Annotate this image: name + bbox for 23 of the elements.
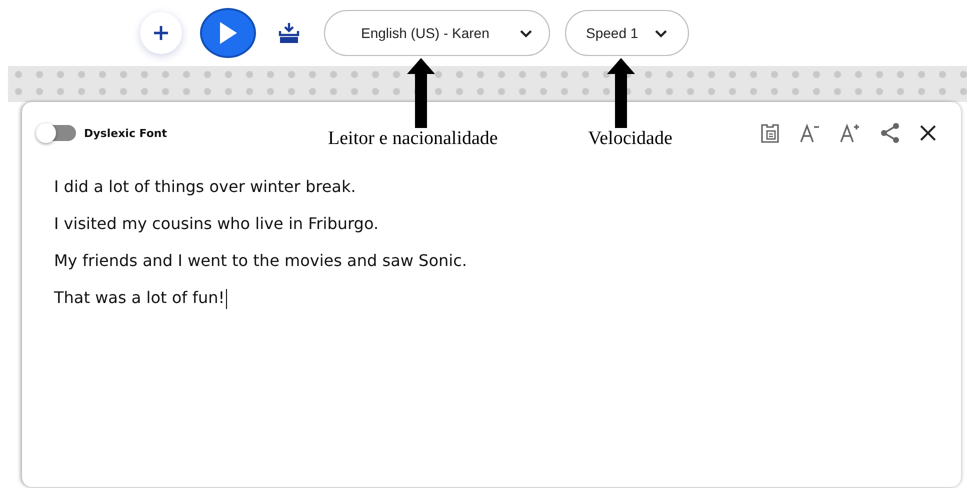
- download-icon[interactable]: [278, 22, 300, 44]
- text-line: I visited my cousins who live in Friburgo.: [54, 213, 380, 235]
- text-line: My friends and I went to the movies and saw Sonic.: [54, 250, 468, 272]
- speed-dropdown[interactable]: Speed 1: [565, 10, 689, 56]
- close-icon[interactable]: [919, 124, 937, 142]
- chevron-icon: [519, 28, 533, 38]
- toggle-switch[interactable]: [38, 125, 76, 141]
- text-line: That was a lot of fun!: [54, 287, 228, 309]
- toggle-label: Dyslexic Font: [84, 126, 168, 140]
- save-icon[interactable]: [759, 122, 781, 144]
- arrow-icon: [606, 58, 636, 128]
- chevron-icon: [654, 28, 668, 38]
- arrow-icon: [406, 58, 436, 128]
- annotation-label: Velocidade: [588, 128, 672, 150]
- voice-dropdown[interactable]: English (US) - Karen: [324, 10, 550, 56]
- text-line: I did a lot of things over winter break.: [54, 176, 357, 198]
- annotation-label: Leitor e nacionalidade: [328, 128, 498, 150]
- font-decrease-icon[interactable]: [799, 123, 821, 143]
- share-icon[interactable]: [879, 122, 901, 144]
- play-icon: [218, 21, 238, 45]
- font-increase-icon[interactable]: [839, 123, 861, 143]
- plus-icon: [152, 24, 170, 42]
- add-button[interactable]: [140, 12, 182, 54]
